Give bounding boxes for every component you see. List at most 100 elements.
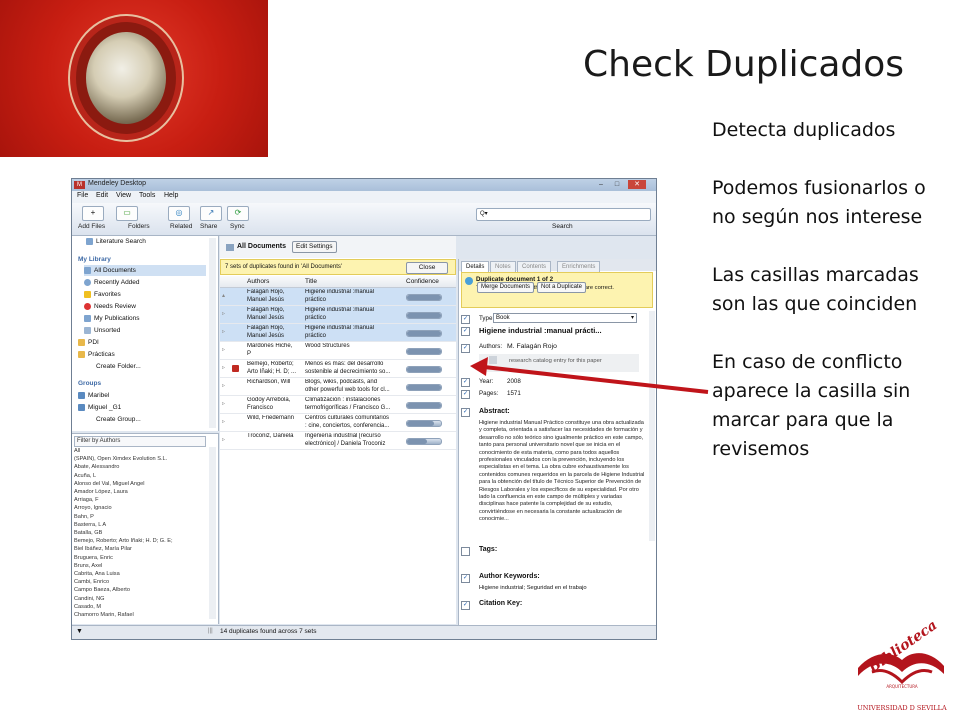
add-files-label[interactable]: Add Files <box>78 223 105 230</box>
table-row[interactable]: ▹ Troconiz, Daniela Ingeniería industrial … <box>220 432 456 450</box>
title-checkbox[interactable]: ✓ <box>461 327 470 336</box>
citation-checkbox[interactable]: ✓ <box>461 601 470 610</box>
sidebar-scrollbar[interactable] <box>209 238 216 428</box>
folders-label[interactable]: Folders <box>128 223 150 230</box>
filter-author-item[interactable]: Abate, Alessandro <box>74 463 204 471</box>
table-row[interactable]: ▹ Falagán Rojo, Manuel Jesús Higiene indust… <box>220 324 456 342</box>
splitter-grip-icon[interactable]: ||| <box>208 628 213 634</box>
filter-author-item[interactable]: Cabrita, Ana Luisa <box>74 570 204 578</box>
author-value[interactable]: M. Falagán Rojo <box>507 343 557 350</box>
keywords-checkbox[interactable]: ✓ <box>461 574 470 583</box>
table-row[interactable]: ▹ Wild, Friedemann Centros culturales comu… <box>220 414 456 432</box>
menu-view[interactable]: View <box>116 192 131 199</box>
table-row[interactable]: ▹ Richardson, Will Blogs, wikis, podcasts,… <box>220 378 456 396</box>
filter-author-item[interactable]: Acuña, L <box>74 472 204 480</box>
filter-author-item[interactable]: Bemejo, Roberto; Arto Iñaki; H. D; G. E; <box>74 537 204 545</box>
column-confidence[interactable]: Confidence <box>406 276 439 287</box>
create-folder-link[interactable]: Create Folder... <box>96 361 141 372</box>
sidebar-item-all-documents[interactable]: All Documents <box>84 265 206 276</box>
type-select[interactable]: Book ▾ <box>493 313 637 323</box>
sidebar-item-literature-search[interactable]: Literature Search <box>86 236 146 247</box>
pages-checkbox[interactable]: ✓ <box>461 390 470 399</box>
filter-author-item[interactable]: All <box>74 447 204 455</box>
expand-icon[interactable]: ▹ <box>222 419 225 427</box>
filter-author-item[interactable]: Cambi, Enrico <box>74 578 204 586</box>
menu-tools[interactable]: Tools <box>139 192 155 199</box>
edit-settings-button[interactable]: Edit Settings <box>292 241 337 253</box>
document-title[interactable]: Higiene industrial :manual prácti... <box>479 326 602 335</box>
menu-file[interactable]: File <box>77 192 88 199</box>
sidebar-item-unsorted[interactable]: Unsorted <box>84 325 120 336</box>
not-a-duplicate-button[interactable]: Not a Duplicate <box>537 282 587 293</box>
filter-author-item[interactable]: Bruguera, Enric <box>74 554 204 562</box>
sync-label[interactable]: Sync <box>230 223 244 230</box>
tab-notes[interactable]: Notes <box>490 261 516 272</box>
filter-author-item[interactable]: Amador López, Laura <box>74 488 204 496</box>
filter-author-item[interactable]: Bruns, Axel <box>74 562 204 570</box>
add-document-icon[interactable]: + <box>82 206 104 221</box>
share-label[interactable]: Share <box>200 223 217 230</box>
filter-author-item[interactable]: Candini, NG <box>74 595 204 603</box>
filter-author-item[interactable]: Chamorro Marin, Rafael <box>74 611 204 619</box>
abstract-text[interactable]: Higiene industrial Manual Práctico const… <box>479 420 645 524</box>
minimize-icon[interactable]: – <box>596 180 606 189</box>
filter-author-item[interactable]: Batalla, GB <box>74 529 204 537</box>
sidebar-item-favorites[interactable]: Favorites <box>84 289 121 300</box>
menu-help[interactable]: Help <box>164 192 178 199</box>
close-window-icon[interactable]: ✕ <box>628 180 646 189</box>
filter-author-item[interactable]: Arriaga, F <box>74 496 204 504</box>
details-scrollbar[interactable] <box>649 311 655 541</box>
create-group-link[interactable]: Create Group... <box>96 414 141 425</box>
column-authors[interactable]: Authors <box>247 276 269 287</box>
sidebar-item-recently-added[interactable]: Recently Added <box>84 277 140 288</box>
filter-author-item[interactable]: Alonso del Val, Miguel Angel <box>74 480 204 488</box>
catalog-hint[interactable]: research catalog entry for this paper <box>509 358 602 364</box>
share-icon[interactable]: ↗ <box>200 206 222 221</box>
sidebar-group-miguel[interactable]: Miguel _G1 <box>78 402 121 413</box>
filter-author-item[interactable]: Basterra, L A <box>74 521 204 529</box>
filter-author-item[interactable]: Campo Baeza, Alberto <box>74 586 204 594</box>
table-row[interactable]: ▴ Falagán Rojo, Manuel Jesús Higiene indust… <box>220 288 456 306</box>
sidebar-item-pdi[interactable]: PDI <box>78 337 99 348</box>
keywords-value[interactable]: Higiene industrial; Seguridad en el trab… <box>479 585 587 591</box>
table-row[interactable]: ▹ Godoy Arrebola, Francisco Climatización :… <box>220 396 456 414</box>
year-value[interactable]: 2008 <box>507 378 521 385</box>
filter-author-item[interactable]: Arroyo, Ignacio <box>74 504 204 512</box>
tab-enrichments[interactable]: Enrichments <box>557 261 601 272</box>
column-title[interactable]: Title <box>305 276 317 287</box>
filter-scrollbar[interactable] <box>209 447 216 619</box>
filter-author-item[interactable]: Bahn, P <box>74 513 204 521</box>
filter-by-authors-select[interactable]: Filter by Authors <box>74 436 206 447</box>
type-checkbox[interactable]: ✓ <box>461 315 470 324</box>
menu-edit[interactable]: Edit <box>96 192 108 199</box>
abstract-checkbox[interactable]: ✓ <box>461 408 470 417</box>
related-icon[interactable]: ◎ <box>168 206 190 221</box>
year-checkbox[interactable]: ✓ <box>461 378 470 387</box>
tags-checkbox[interactable] <box>461 547 470 556</box>
table-row[interactable]: ▹ Falagán Rojo, Manuel Jesús Higiene indust… <box>220 306 456 324</box>
sync-icon[interactable]: ⟳ <box>227 206 249 221</box>
tab-details[interactable]: Details <box>461 261 490 272</box>
filter-icon[interactable]: ▼ <box>76 628 83 635</box>
maximize-icon[interactable]: □ <box>612 180 622 189</box>
folder-icon[interactable]: ▭ <box>116 206 138 221</box>
pages-value[interactable]: 1571 <box>507 390 521 397</box>
search-input[interactable]: Q▾ <box>476 208 651 221</box>
table-row[interactable]: ▹ Mardones Hiche, P Wood Structures <box>220 342 456 360</box>
expand-icon[interactable]: ▴ <box>222 293 225 301</box>
filter-author-item[interactable]: Casado, M <box>74 603 204 611</box>
sidebar-item-my-publications[interactable]: My Publications <box>84 313 140 324</box>
filter-author-item[interactable]: (SPAIN), Open Ximdex Evolution S.L. <box>74 455 204 463</box>
expand-icon[interactable]: ▹ <box>222 437 225 445</box>
expand-icon[interactable]: ▹ <box>222 347 225 355</box>
sidebar-group-maribel[interactable]: Maribel <box>78 390 109 401</box>
authors-checkbox[interactable]: ✓ <box>461 344 470 353</box>
merge-documents-button[interactable]: Merge Documents <box>477 282 535 293</box>
related-label[interactable]: Related <box>170 223 192 230</box>
expand-icon[interactable]: ▹ <box>222 365 225 373</box>
pdf-icon[interactable] <box>232 365 239 372</box>
close-duplicates-button[interactable]: Close <box>406 262 448 274</box>
tab-contents[interactable]: Contents <box>517 261 552 272</box>
sidebar-item-needs-review[interactable]: Needs Review <box>84 301 136 312</box>
expand-icon[interactable]: ▹ <box>222 329 225 337</box>
